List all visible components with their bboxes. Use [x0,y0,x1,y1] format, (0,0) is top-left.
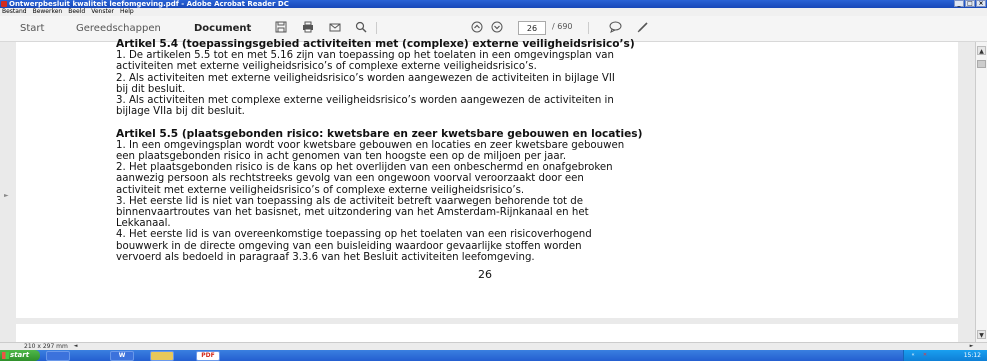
taskbar-acrobat-icon[interactable]: PDF [196,351,220,361]
page-total: / 690 [552,22,573,31]
clock: 15:12 [963,352,981,359]
comment-icon[interactable] [608,21,622,35]
scroll-up-icon[interactable]: ▲ [977,46,986,55]
network-warning-icon[interactable]: ✕ [922,352,928,358]
document-text-line: 3. Het eerste lid is niet van toepassing… [116,195,584,207]
tab-document[interactable]: Document [194,23,251,34]
document-text-line: een plaatsgebonden risico in acht genome… [116,151,567,162]
acrobat-app-icon [1,1,7,7]
document-text-line: 2. Het plaatsgebonden risico is de kans … [116,162,613,174]
menu-help[interactable]: Help [120,8,134,16]
document-text-line: 2. Als activiteiten met externe veilighe… [116,72,615,84]
start-label: start [10,351,30,359]
scroll-right-icon[interactable]: ► [968,343,975,350]
windows-flag-icon [2,352,9,359]
taskbar-app-label: W [118,352,126,359]
minimize-button[interactable]: _ [954,0,964,7]
window-controls: _ □ × [954,0,986,8]
window-titlebar: Ontwerpbesluit kwaliteit leefomgeving.pd… [0,0,987,8]
pdf-page: 26 Artikel 5.4 (toepassingsgebied activi… [16,38,958,318]
save-icon[interactable] [274,21,288,35]
document-text-line: Lekkanaal. [116,218,171,230]
close-button[interactable]: × [976,0,986,7]
article-heading: Artikel 5.5 (plaatsgebonden risico: kwet… [116,127,643,140]
document-text-line: 1. De artikelen 5.5 tot en met 5.16 zijn… [116,50,614,62]
taskbar-word-icon[interactable]: W [110,351,134,361]
page-number-input[interactable]: 26 [518,21,546,35]
tab-start[interactable]: Start [20,23,44,34]
document-text-line: bouwwerk in de directe omgeving van een … [116,240,582,252]
toolbar-separator [376,22,377,34]
print-icon[interactable] [301,21,315,35]
scroll-left-icon[interactable]: ◄ [72,343,79,350]
menu-beeld[interactable]: Beeld [68,8,85,16]
document-text-line: 4. Het eerste lid is van overeenkomstige… [116,229,592,241]
tray-arrow-icon[interactable]: « [910,352,916,358]
menu-bar: Bestand Bewerken Beeld Venster Help [0,8,987,16]
mail-icon[interactable] [328,21,342,35]
system-tray: « ✕ 15:12 [903,350,987,361]
document-viewer[interactable]: ► 26 Artikel 5.4 (toepassingsgebied acti… [0,38,975,342]
vertical-scrollbar[interactable]: ▲ ▼ [975,42,987,342]
next-pdf-page [16,324,958,342]
menu-bewerken[interactable]: Bewerken [33,8,63,16]
toolbar-separator [588,22,589,34]
document-text-line: bijlage VIIa bij dit besluit. [116,106,245,118]
previous-page-icon[interactable] [470,21,484,35]
document-text-line: 1. In een omgevingsplan wordt voor kwets… [116,139,625,151]
start-button[interactable]: start [0,350,40,361]
taskbar-app-label: PDF [201,352,215,359]
tab-gereedschappen[interactable]: Gereedschappen [76,23,161,34]
document-text-line: activiteiten met externe veiligheidsrisi… [116,61,537,73]
document-text-line: activiteit met externe veiligheidsrisico… [116,184,525,196]
window-title: Ontwerpbesluit kwaliteit leefomgeving.pd… [9,0,289,8]
page-size-label: 210 x 297 mm [24,343,68,350]
document-text-line: bij dit besluit. [116,83,186,95]
menu-bestand[interactable]: Bestand [2,8,27,16]
status-bar: 210 x 297 mm ◄ ► [0,342,987,350]
document-text-line: aanwezig persoon als rechtstreeks gevolg… [116,173,584,185]
taskbar-ie-icon[interactable] [46,351,70,361]
left-panel-expand-icon[interactable]: ► [4,192,9,199]
article-heading: Artikel 5.4 (toepassingsgebied activitei… [116,38,635,50]
menu-venster[interactable]: Venster [91,8,114,16]
document-text-line: binnenvaartroutes van het basisnet, met … [116,207,589,218]
document-text-line: 3. Als activiteiten met complexe externe… [116,95,614,106]
search-icon[interactable] [354,21,368,35]
pen-icon[interactable] [636,21,650,35]
scroll-down-icon[interactable]: ▼ [977,330,986,339]
next-page-icon[interactable] [490,21,504,35]
windows-taskbar: start W PDF « ✕ 15:12 [0,350,987,361]
maximize-button[interactable]: □ [965,0,975,7]
scroll-thumb[interactable] [977,60,986,68]
document-text-line: vervoerd als bedoeld in paragraaf 3.3.6 … [116,251,535,263]
page-number-label: 26 [478,268,492,281]
taskbar-folder-icon[interactable] [150,351,174,361]
